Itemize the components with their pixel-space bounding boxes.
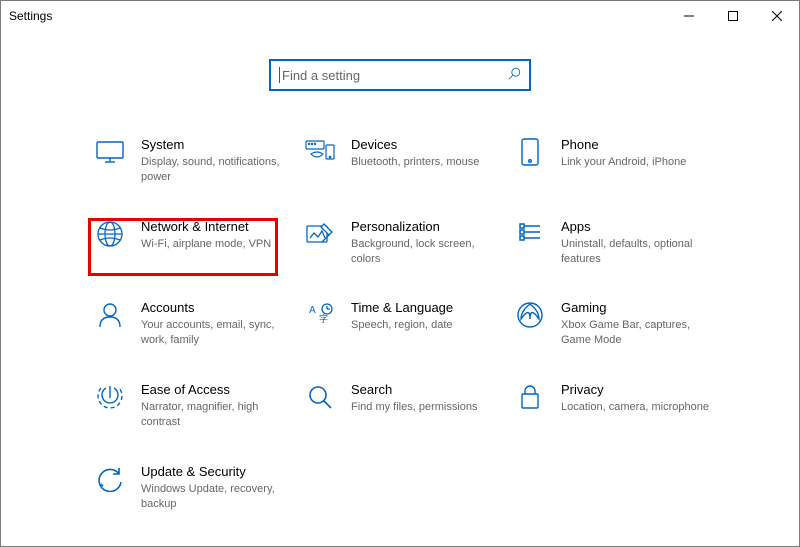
highlight-box [88,218,278,276]
text-cursor [279,67,280,83]
tile-title: Accounts [141,300,291,315]
tile-desc: Narrator, magnifier, high contrast [141,400,291,430]
close-icon [772,11,782,21]
window-controls [667,1,799,30]
maximize-button[interactable] [711,1,755,30]
tile-privacy[interactable]: Privacy Location, camera, microphone [515,382,725,430]
tile-time[interactable]: A 字 Time & Language Speech, region, date [305,300,515,348]
tile-desc: Uninstall, defaults, optional features [561,237,711,267]
search-placeholder: Find a setting [282,68,507,83]
tile-title: Ease of Access [141,382,291,397]
search-input[interactable]: Find a setting [269,59,531,91]
system-icon [95,137,125,167]
tile-desc: Link your Android, iPhone [561,155,686,170]
svg-text:字: 字 [319,313,328,324]
tile-title: Phone [561,137,686,152]
tile-devices[interactable]: Devices Bluetooth, printers, mouse [305,137,515,185]
search-container: Find a setting [1,59,799,91]
tile-phone[interactable]: Phone Link your Android, iPhone [515,137,725,185]
close-button[interactable] [755,1,799,30]
tile-title: Search [351,382,478,397]
tile-title: Gaming [561,300,711,315]
tile-ease[interactable]: Ease of Access Narrator, magnifier, high… [95,382,305,430]
tile-system[interactable]: System Display, sound, notifications, po… [95,137,305,185]
tile-title: Devices [351,137,479,152]
tile-desc: Speech, region, date [351,318,453,333]
time-icon: A 字 [305,300,335,330]
tile-desc: Location, camera, microphone [561,400,709,415]
titlebar: Settings [1,1,799,31]
tile-personalization[interactable]: Personalization Background, lock screen,… [305,219,515,267]
tile-title: Personalization [351,219,501,234]
tile-title: Apps [561,219,711,234]
tile-desc: Background, lock screen, colors [351,237,501,267]
search-tile-icon [305,382,335,412]
tile-apps[interactable]: Apps Uninstall, defaults, optional featu… [515,219,725,267]
tile-desc: Your accounts, email, sync, work, family [141,318,291,348]
svg-text:A: A [309,305,316,316]
settings-grid: System Display, sound, notifications, po… [1,91,799,511]
tile-title: Update & Security [141,464,291,479]
tile-title: Time & Language [351,300,453,315]
devices-icon [305,137,335,167]
tile-accounts[interactable]: Accounts Your accounts, email, sync, wor… [95,300,305,348]
tile-update[interactable]: Update & Security Windows Update, recove… [95,464,305,512]
tile-title: Privacy [561,382,709,397]
personalization-icon [305,219,335,249]
privacy-icon [515,382,545,412]
settings-window: Settings Find a setting [0,0,800,547]
phone-icon [515,137,545,167]
ease-icon [95,382,125,412]
tile-desc: Display, sound, notifications, power [141,155,291,185]
gaming-icon [515,300,545,330]
apps-icon [515,219,545,249]
minimize-icon [684,11,694,21]
tile-desc: Find my files, permissions [351,400,478,415]
tile-gaming[interactable]: Gaming Xbox Game Bar, captures, Game Mod… [515,300,725,348]
tile-desc: Xbox Game Bar, captures, Game Mode [561,318,711,348]
window-title: Settings [9,9,52,23]
maximize-icon [728,11,738,21]
tile-search[interactable]: Search Find my files, permissions [305,382,515,430]
update-icon [95,464,125,494]
accounts-icon [95,300,125,330]
tile-desc: Windows Update, recovery, backup [141,482,291,512]
tile-desc: Bluetooth, printers, mouse [351,155,479,170]
minimize-button[interactable] [667,1,711,30]
search-icon [507,67,521,84]
tile-title: System [141,137,291,152]
